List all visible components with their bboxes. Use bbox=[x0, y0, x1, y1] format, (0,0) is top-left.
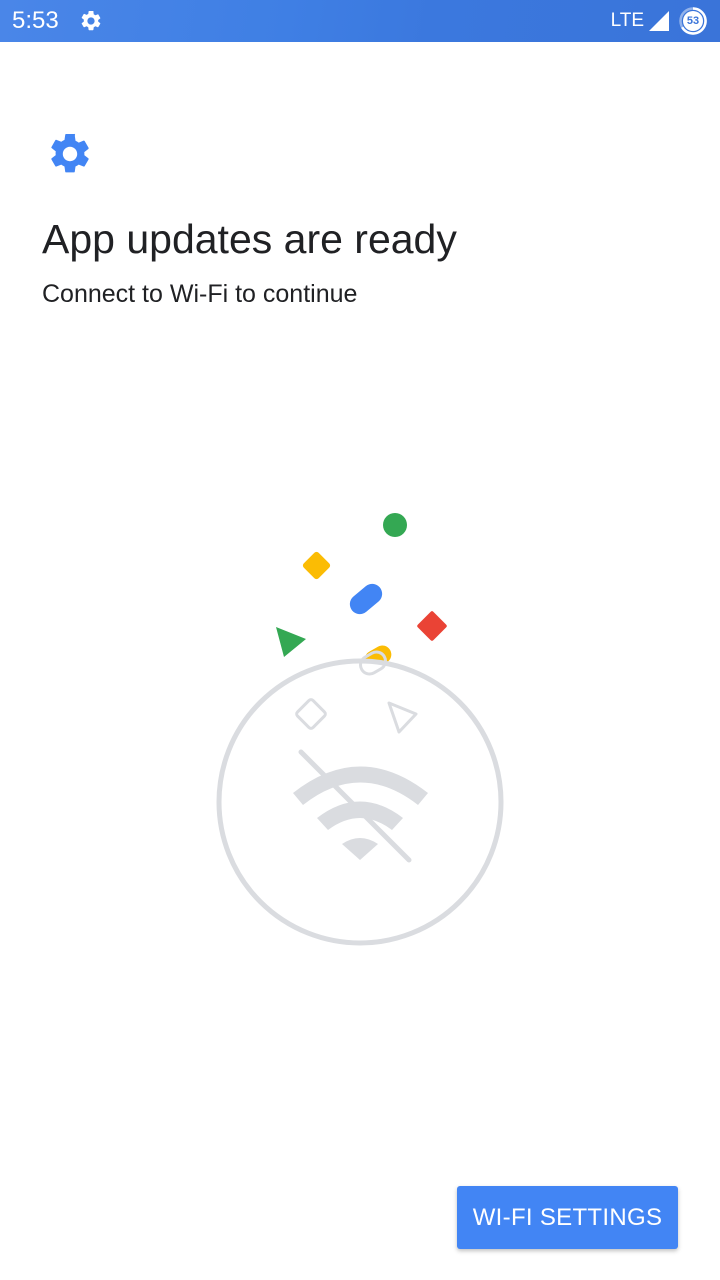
screen: 5:53 LTE 53 App updates are ready Connec… bbox=[0, 0, 720, 1280]
green-dot-shape bbox=[383, 513, 407, 537]
battery-level: 53 bbox=[686, 15, 700, 27]
status-time: 5:53 bbox=[12, 7, 59, 34]
yellow-diamond-shape bbox=[302, 551, 331, 580]
settings-gear-icon bbox=[81, 10, 101, 31]
green-triangle-shape bbox=[276, 627, 306, 657]
page-title: App updates are ready bbox=[42, 216, 457, 262]
wifi-off-illustration bbox=[216, 513, 504, 946]
blue-pill-shape bbox=[349, 583, 383, 615]
status-bar: 5:53 LTE 53 bbox=[0, 0, 720, 42]
settings-gear-icon bbox=[51, 133, 89, 173]
wifi-settings-button[interactable]: WI-FI SETTINGS bbox=[457, 1186, 678, 1249]
red-diamond-shape bbox=[417, 611, 447, 641]
signal-icon bbox=[649, 11, 669, 31]
page-subtitle: Connect to Wi-Fi to continue bbox=[42, 280, 358, 308]
network-type: LTE bbox=[610, 10, 644, 31]
